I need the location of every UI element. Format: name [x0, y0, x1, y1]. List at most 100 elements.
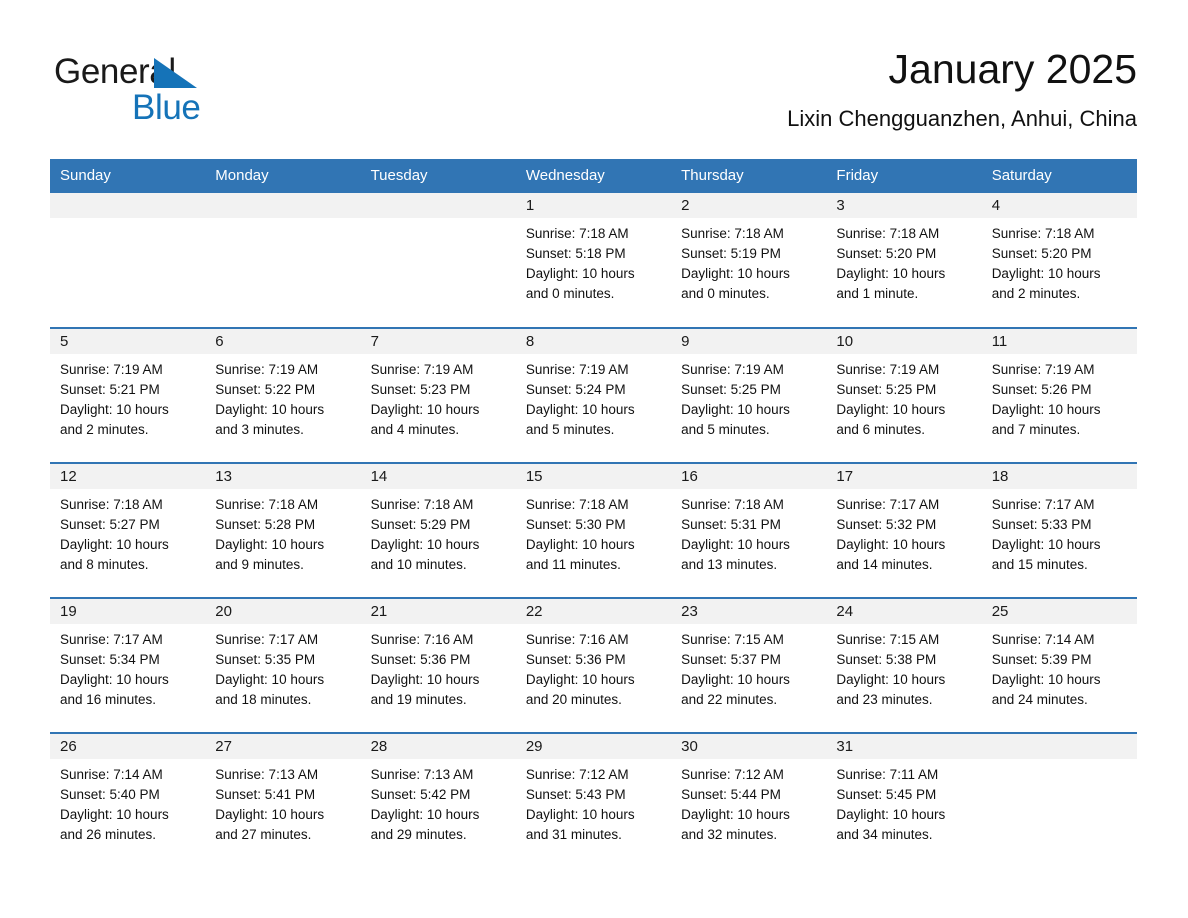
- day-detail-daylight-1: Daylight: 10 hours: [681, 266, 790, 281]
- calendar-table: Sunday Monday Tuesday Wednesday Thursday…: [50, 159, 1137, 868]
- day-detail-daylight-2: and 24 minutes.: [991, 692, 1088, 707]
- day-detail-daylight-2: and 14 minutes.: [836, 557, 933, 572]
- day-details: Sunrise: 7:18 AM Sunset: 5:20 PM Daylight:…: [982, 218, 1137, 304]
- calendar-day-cell[interactable]: 17 Sunrise: 7:17 AM Sunset: 5:32 PM Dayligh…: [826, 462, 982, 598]
- calendar-day-cell[interactable]: 21 Sunrise: 7:16 AM Sunset: 5:36 PM Dayligh…: [360, 597, 516, 733]
- day-detail-sunset: Sunset: 5:33 PM: [991, 517, 1092, 532]
- calendar-day-cell[interactable]: 6 Sunrise: 7:19 AM Sunset: 5:22 PM Daylight…: [205, 327, 361, 463]
- calendar-day-cell[interactable]: 29 Sunrise: 7:12 AM Sunset: 5:43 PM Dayligh…: [515, 732, 672, 868]
- calendar-day-cell[interactable]: 5 Sunrise: 7:19 AM Sunset: 5:21 PM Daylight…: [50, 327, 206, 463]
- weekday-header-saturday: Saturday: [981, 159, 1137, 193]
- day-detail-daylight-1: Daylight: 10 hours: [215, 672, 325, 687]
- day-detail-sunset: Sunset: 5:45 PM: [836, 787, 937, 802]
- day-detail-sunrise: Sunrise: 7:18 AM: [525, 497, 629, 512]
- generalblue-logo[interactable]: General Blue: [54, 54, 274, 132]
- day-detail-daylight-1: Daylight: 10 hours: [836, 266, 946, 281]
- day-detail-sunset: Sunset: 5:26 PM: [991, 382, 1092, 397]
- day-detail-sunset: Sunset: 5:19 PM: [681, 246, 781, 261]
- calendar-day-cell[interactable]: 27 Sunrise: 7:13 AM Sunset: 5:41 PM Dayligh…: [205, 732, 361, 868]
- day-detail-daylight-2: and 20 minutes.: [525, 692, 622, 707]
- day-details: Sunrise: 7:17 AM Sunset: 5:35 PM Daylight:…: [205, 624, 360, 710]
- title-block: January 2025 Lixin Chengguanzhen, Anhui,…: [787, 44, 1137, 132]
- calendar-day-cell[interactable]: 30 Sunrise: 7:12 AM Sunset: 5:44 PM Dayligh…: [671, 732, 827, 868]
- calendar-day-cell[interactable]: 2 Sunrise: 7:18 AM Sunset: 5:19 PM Daylight…: [671, 193, 827, 328]
- day-detail-daylight-1: Daylight: 10 hours: [991, 266, 1101, 281]
- calendar-day-cell[interactable]: 1 Sunrise: 7:18 AM Sunset: 5:18 PM Daylight…: [515, 193, 672, 328]
- day-detail-daylight-1: Daylight: 10 hours: [836, 537, 946, 552]
- calendar-day-cell[interactable]: 10 Sunrise: 7:19 AM Sunset: 5:25 PM Dayligh…: [826, 327, 982, 463]
- day-detail-daylight-1: Daylight: 10 hours: [215, 807, 325, 822]
- calendar-week-row: 19 Sunrise: 7:17 AM Sunset: 5:34 PM Dayligh…: [50, 597, 1137, 733]
- day-number: 13: [205, 464, 361, 489]
- calendar-day-cell[interactable]: 13 Sunrise: 7:18 AM Sunset: 5:28 PM Dayligh…: [205, 462, 361, 598]
- day-detail-sunset: Sunset: 5:25 PM: [836, 382, 937, 397]
- calendar-body: 1 Sunrise: 7:18 AM Sunset: 5:18 PM Daylight…: [50, 193, 1137, 868]
- day-detail-daylight-2: and 5 minutes.: [525, 422, 615, 437]
- page-header: General Blue January 2025 Lixin Chenggua…: [50, 44, 1137, 152]
- day-details: Sunrise: 7:13 AM Sunset: 5:42 PM Daylight:…: [361, 759, 516, 845]
- calendar-day-cell[interactable]: 12 Sunrise: 7:18 AM Sunset: 5:27 PM Dayligh…: [50, 462, 206, 598]
- day-detail-daylight-1: Daylight: 10 hours: [525, 266, 635, 281]
- calendar-day-cell[interactable]: 4 Sunrise: 7:18 AM Sunset: 5:20 PM Daylight…: [981, 193, 1137, 328]
- calendar-day-cell[interactable]: 18 Sunrise: 7:17 AM Sunset: 5:33 PM Dayligh…: [981, 462, 1137, 598]
- day-detail-sunset: Sunset: 5:29 PM: [370, 517, 471, 532]
- day-details: Sunrise: 7:17 AM Sunset: 5:32 PM Daylight:…: [826, 489, 981, 575]
- day-detail-sunset: Sunset: 5:32 PM: [836, 517, 937, 532]
- day-detail-sunrise: Sunrise: 7:18 AM: [836, 226, 940, 241]
- day-detail-daylight-1: Daylight: 10 hours: [60, 807, 169, 822]
- day-detail-daylight-2: and 22 minutes.: [681, 692, 778, 707]
- calendar-day-cell[interactable]: 28 Sunrise: 7:13 AM Sunset: 5:42 PM Dayligh…: [360, 732, 516, 868]
- day-detail-daylight-1: Daylight: 10 hours: [991, 672, 1101, 687]
- day-detail-daylight-2: and 8 minutes.: [60, 557, 149, 572]
- day-number: 18: [981, 464, 1137, 489]
- day-detail-sunset: Sunset: 5:27 PM: [60, 517, 160, 532]
- calendar-day-cell[interactable]: 23 Sunrise: 7:15 AM Sunset: 5:37 PM Dayligh…: [671, 597, 827, 733]
- day-detail-daylight-2: and 6 minutes.: [836, 422, 925, 437]
- day-detail-sunset: Sunset: 5:22 PM: [215, 382, 316, 397]
- calendar-day-cell[interactable]: 20 Sunrise: 7:17 AM Sunset: 5:35 PM Dayligh…: [205, 597, 361, 733]
- calendar-day-cell[interactable]: 7 Sunrise: 7:19 AM Sunset: 5:23 PM Daylight…: [360, 327, 516, 463]
- day-number: 7: [360, 329, 516, 354]
- calendar-day-cell[interactable]: 19 Sunrise: 7:17 AM Sunset: 5:34 PM Dayligh…: [50, 597, 206, 733]
- day-detail-daylight-1: Daylight: 10 hours: [525, 402, 635, 417]
- day-detail-sunset: Sunset: 5:24 PM: [525, 382, 626, 397]
- day-detail-sunrise: Sunrise: 7:19 AM: [836, 362, 940, 377]
- day-details: Sunrise: 7:19 AM Sunset: 5:26 PM Daylight:…: [982, 354, 1137, 440]
- day-detail-daylight-1: Daylight: 10 hours: [991, 537, 1101, 552]
- day-detail-sunrise: Sunrise: 7:14 AM: [991, 632, 1095, 647]
- day-detail-daylight-1: Daylight: 10 hours: [681, 672, 790, 687]
- day-number: 23: [671, 599, 827, 624]
- day-detail-daylight-2: and 19 minutes.: [370, 692, 467, 707]
- calendar-day-cell[interactable]: 25 Sunrise: 7:14 AM Sunset: 5:39 PM Dayligh…: [981, 597, 1137, 733]
- calendar-day-cell[interactable]: 16 Sunrise: 7:18 AM Sunset: 5:31 PM Dayligh…: [671, 462, 827, 598]
- calendar-day-cell[interactable]: 26 Sunrise: 7:14 AM Sunset: 5:40 PM Dayligh…: [50, 732, 206, 868]
- day-number: 17: [826, 464, 982, 489]
- calendar-day-cell[interactable]: 9 Sunrise: 7:19 AM Sunset: 5:25 PM Daylight…: [671, 327, 827, 463]
- day-detail-sunset: Sunset: 5:43 PM: [525, 787, 626, 802]
- calendar-day-cell[interactable]: 8 Sunrise: 7:19 AM Sunset: 5:24 PM Daylight…: [515, 327, 672, 463]
- day-detail-sunrise: Sunrise: 7:17 AM: [836, 497, 940, 512]
- calendar-day-cell[interactable]: 11 Sunrise: 7:19 AM Sunset: 5:26 PM Dayligh…: [981, 327, 1137, 463]
- day-number: 9: [671, 329, 827, 354]
- calendar-day-cell[interactable]: 22 Sunrise: 7:16 AM Sunset: 5:36 PM Dayligh…: [515, 597, 672, 733]
- day-detail-sunrise: Sunrise: 7:18 AM: [681, 226, 784, 241]
- day-detail-sunrise: Sunrise: 7:16 AM: [525, 632, 629, 647]
- calendar-week-row: 5 Sunrise: 7:19 AM Sunset: 5:21 PM Daylight…: [50, 327, 1137, 463]
- day-detail-daylight-2: and 16 minutes.: [60, 692, 157, 707]
- calendar-day-cell[interactable]: 14 Sunrise: 7:18 AM Sunset: 5:29 PM Dayligh…: [360, 462, 516, 598]
- day-detail-sunrise: Sunrise: 7:12 AM: [525, 767, 629, 782]
- calendar-day-cell-empty: [205, 193, 361, 328]
- day-number: 22: [515, 599, 672, 624]
- day-detail-daylight-1: Daylight: 10 hours: [836, 807, 946, 822]
- calendar-day-cell[interactable]: 3 Sunrise: 7:18 AM Sunset: 5:20 PM Daylight…: [826, 193, 982, 328]
- calendar-week-row: 26 Sunrise: 7:14 AM Sunset: 5:40 PM Dayligh…: [50, 732, 1137, 868]
- calendar-day-cell[interactable]: 15 Sunrise: 7:18 AM Sunset: 5:30 PM Dayligh…: [515, 462, 672, 598]
- day-detail-sunset: Sunset: 5:20 PM: [991, 246, 1092, 261]
- day-number: 28: [360, 734, 516, 759]
- day-detail-sunrise: Sunrise: 7:19 AM: [370, 362, 474, 377]
- calendar-day-cell[interactable]: 24 Sunrise: 7:15 AM Sunset: 5:38 PM Dayligh…: [826, 597, 982, 733]
- day-details: Sunrise: 7:12 AM Sunset: 5:44 PM Daylight:…: [671, 759, 826, 845]
- calendar-day-cell[interactable]: 31 Sunrise: 7:11 AM Sunset: 5:45 PM Dayligh…: [826, 732, 982, 868]
- day-detail-sunset: Sunset: 5:23 PM: [370, 382, 471, 397]
- day-detail-sunrise: Sunrise: 7:18 AM: [60, 497, 163, 512]
